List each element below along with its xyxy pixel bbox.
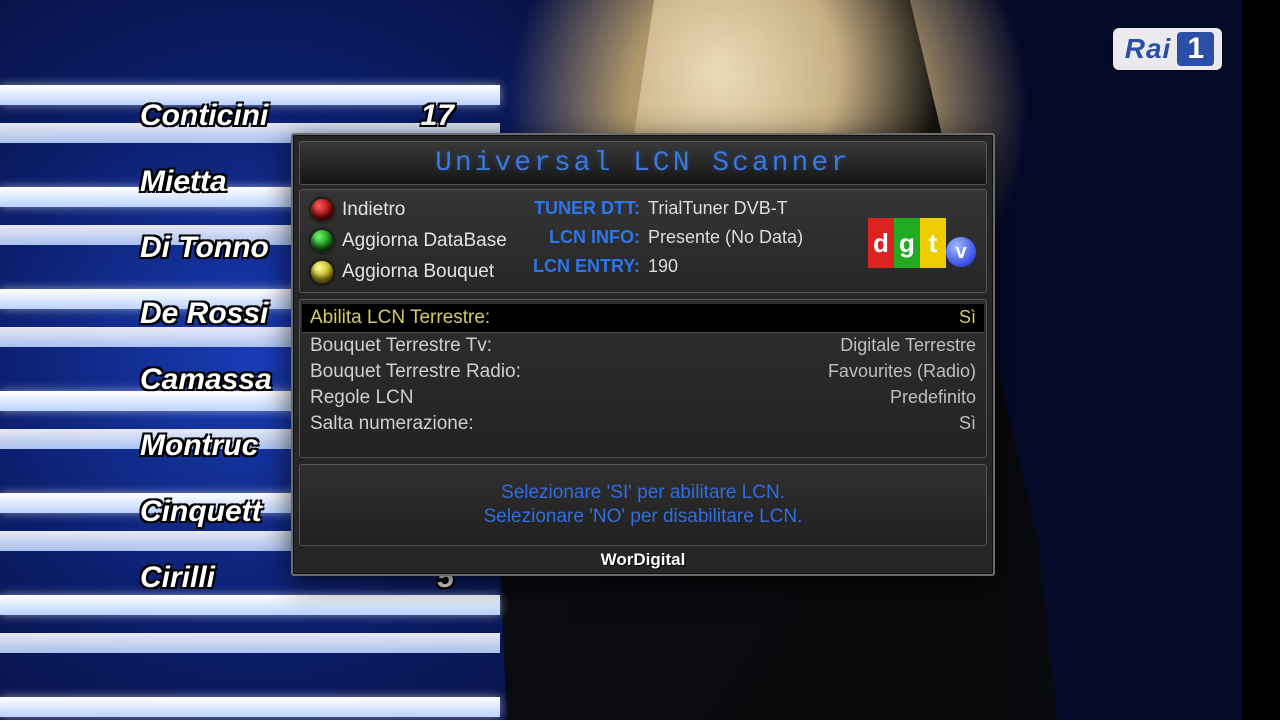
setting-skip-numbering[interactable]: Salta numerazione: Sì	[308, 411, 978, 437]
setting-label: Bouquet Terrestre Tv:	[310, 335, 492, 357]
letterbox-right	[1242, 0, 1280, 720]
help-panel: Selezionare 'SI' per abilitare LCN. Sele…	[299, 464, 987, 546]
scoreboard-name: Camassa	[140, 363, 272, 397]
yellow-button-label: Aggiorna Bouquet	[342, 261, 494, 283]
scoreboard-name: Conticini	[140, 99, 268, 133]
red-button-label: Indietro	[342, 199, 405, 221]
lcn-info-value: Presente (No Data)	[648, 227, 803, 248]
dgtv-d-icon: d	[868, 218, 894, 268]
lcn-info-label: LCN INFO:	[532, 227, 640, 248]
tuner-info: TUNER DTT: TrialTuner DVB-T LCN INFO: Pres…	[532, 198, 803, 285]
yellow-dot-icon	[310, 260, 334, 284]
lcn-entry-label: LCN ENTRY:	[532, 256, 640, 277]
scoreboard-score: 17	[421, 99, 460, 133]
setting-label: Abilita LCN Terrestre:	[310, 307, 490, 329]
scoreboard-name: Cirilli	[140, 561, 215, 595]
dialog-footer: WorDigital	[293, 550, 993, 574]
settings-list: Abilita LCN Terrestre: Sì Bouquet Terres…	[299, 299, 987, 458]
setting-value: Sì	[959, 307, 976, 329]
setting-label: Regole LCN	[310, 387, 414, 409]
green-dot-icon	[310, 229, 334, 253]
setting-lcn-rules[interactable]: Regole LCN Predefinito	[308, 385, 978, 411]
dialog-titlebar: Universal LCN Scanner	[299, 141, 987, 185]
broadcaster-logo: Rai 1	[1113, 28, 1222, 70]
setting-label: Salta numerazione:	[310, 413, 474, 435]
broadcaster-logo-number: 1	[1177, 32, 1214, 66]
scoreboard-name: Cinquett	[140, 495, 262, 529]
lcn-scanner-dialog: Universal LCN Scanner Indietro Aggiorna …	[291, 133, 995, 576]
setting-value: Predefinito	[890, 387, 976, 409]
dgtv-logo: d g t v	[868, 218, 976, 268]
setting-bouquet-tv[interactable]: Bouquet Terrestre Tv: Digitale Terrestre	[308, 333, 978, 359]
scoreboard-name: Mietta	[140, 165, 227, 199]
dialog-top-panel: Indietro Aggiorna DataBase Aggiorna Bouq…	[299, 189, 987, 293]
green-button-label: Aggiorna DataBase	[342, 230, 507, 252]
setting-enable-lcn[interactable]: Abilita LCN Terrestre: Sì	[302, 304, 984, 333]
setting-bouquet-radio[interactable]: Bouquet Terrestre Radio: Favourites (Rad…	[308, 359, 978, 385]
dgtv-g-icon: g	[894, 218, 920, 268]
setting-label: Bouquet Terrestre Radio:	[310, 361, 521, 383]
help-line: Selezionare 'SI' per abilitare LCN.	[308, 481, 978, 505]
setting-value: Sì	[959, 413, 976, 435]
setting-value: Favourites (Radio)	[828, 361, 976, 383]
scoreboard-name: Di Tonno	[140, 231, 269, 265]
dgtv-t-icon: t	[920, 218, 946, 268]
yellow-button[interactable]: Aggiorna Bouquet	[310, 260, 520, 284]
tuner-label: TUNER DTT:	[532, 198, 640, 219]
scoreboard-name: De Rossi	[140, 297, 268, 331]
scoreboard-name: Montruc	[140, 429, 258, 463]
dgtv-v-icon: v	[946, 237, 976, 267]
lcn-entry-value: 190	[648, 256, 678, 277]
color-button-group: Indietro Aggiorna DataBase Aggiorna Bouq…	[310, 198, 520, 284]
red-button[interactable]: Indietro	[310, 198, 520, 222]
green-button[interactable]: Aggiorna DataBase	[310, 229, 520, 253]
tuner-value: TrialTuner DVB-T	[648, 198, 788, 219]
red-dot-icon	[310, 198, 334, 222]
broadcaster-logo-text: Rai	[1125, 33, 1172, 65]
dialog-title: Universal LCN Scanner	[435, 148, 851, 179]
setting-value: Digitale Terrestre	[840, 335, 976, 357]
help-line: Selezionare 'NO' per disabilitare LCN.	[308, 505, 978, 529]
